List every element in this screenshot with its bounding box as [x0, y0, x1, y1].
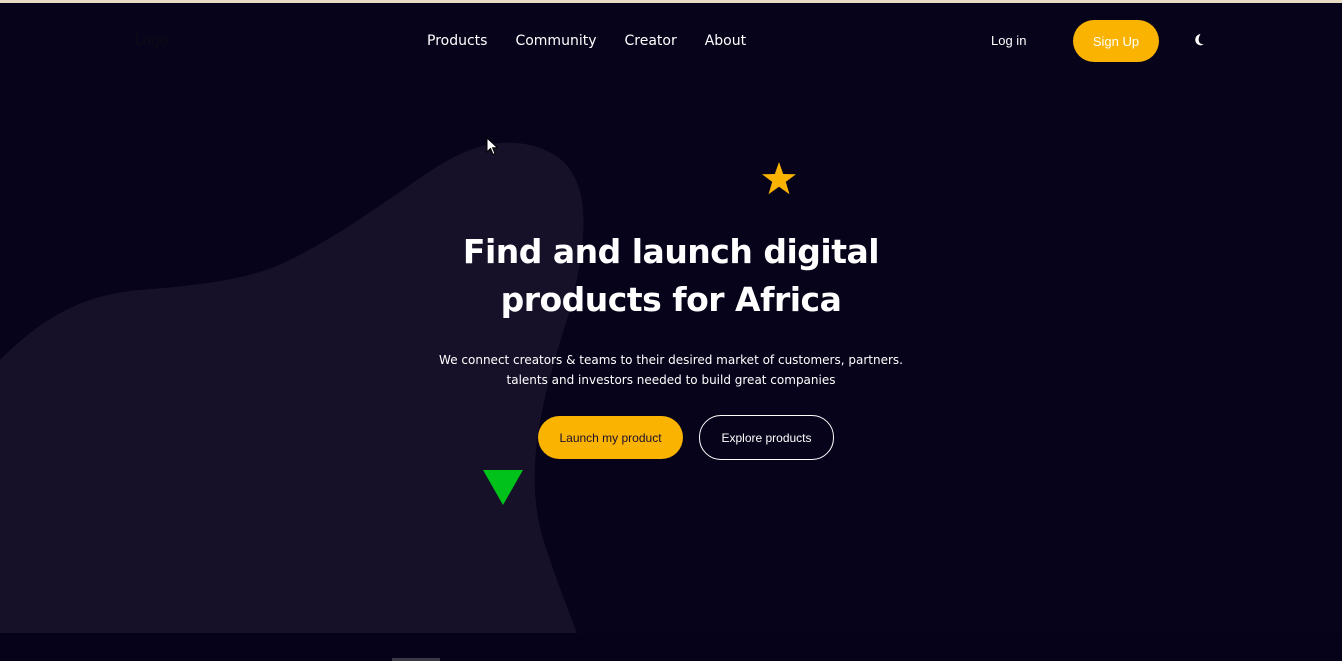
background-blob — [0, 142, 584, 633]
hero-subtext-line1: We connect creators & teams to their des… — [439, 353, 903, 367]
triangle-icon — [483, 470, 523, 505]
nav-item-creator[interactable]: Creator — [624, 33, 676, 49]
main-nav: Products Community Creator About — [427, 33, 746, 49]
star-icon — [762, 162, 796, 195]
explore-products-button[interactable]: Explore products — [699, 415, 834, 460]
bottom-strip — [0, 633, 1342, 661]
mouse-cursor-icon — [486, 137, 499, 156]
signup-button[interactable]: Sign Up — [1073, 20, 1159, 62]
logo[interactable]: Logo — [135, 33, 169, 49]
hero-subtext: We connect creators & teams to their des… — [420, 350, 922, 390]
nav-item-about[interactable]: About — [705, 33, 746, 49]
hero-headline-line1: Find and launch digital — [462, 232, 880, 271]
hero-subtext-line2: talents and investors needed to build gr… — [506, 373, 836, 387]
launch-product-button[interactable]: Launch my product — [538, 416, 683, 459]
landing-page: Logo Products Community Creator About Lo… — [0, 0, 1342, 661]
hero-headline-line2: products for Africa — [500, 280, 842, 319]
hero-headline: Find and launch digital products for Afr… — [340, 228, 1002, 324]
nav-item-products[interactable]: Products — [427, 33, 487, 49]
nav-item-community[interactable]: Community — [515, 33, 596, 49]
moon-icon[interactable] — [1189, 31, 1207, 49]
login-link[interactable]: Log in — [991, 33, 1026, 48]
